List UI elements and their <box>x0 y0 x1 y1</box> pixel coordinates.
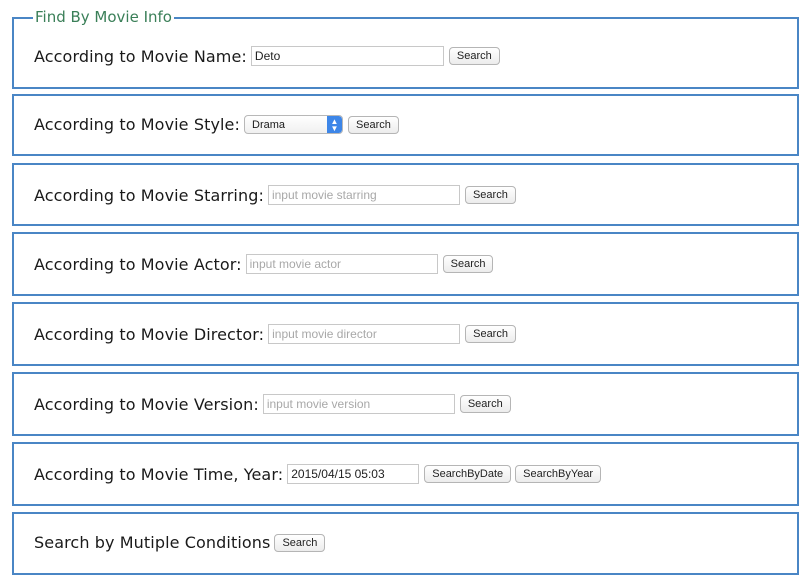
movie-director-row: According to Movie Director: Search <box>34 324 520 344</box>
movie-version-row: According to Movie Version: Search <box>34 394 515 414</box>
movie-actor-search-button[interactable]: Search <box>442 255 494 273</box>
movie-name-search-button[interactable]: Search <box>448 47 500 65</box>
movie-director-input[interactable] <box>268 324 461 344</box>
search-by-year-button[interactable]: SearchByYear <box>515 465 602 483</box>
movie-version-input[interactable] <box>262 394 455 414</box>
movie-version-label: According to Movie Version: <box>34 394 259 414</box>
movie-time-input[interactable] <box>287 464 420 484</box>
movie-name-input[interactable] <box>250 46 444 66</box>
multiple-conditions-row: Search by Mutiple Conditions Search <box>34 533 329 552</box>
movie-actor-row: According to Movie Actor: Search <box>34 254 497 274</box>
movie-actor-input[interactable] <box>245 254 438 274</box>
movie-style-select[interactable]: Drama ▲ ▼ <box>244 115 343 134</box>
movie-time-label: According to Movie Time, Year: <box>34 464 284 484</box>
movie-actor-label: According to Movie Actor: <box>34 254 242 274</box>
movie-style-row: According to Movie Style: Drama ▲ ▼ Searc… <box>34 115 403 134</box>
movie-name-row: According to Movie Name: Search <box>34 46 504 66</box>
chevron-up-down-icon: ▲ ▼ <box>327 116 342 133</box>
fieldset-legend: Find By Movie Info <box>33 7 174 27</box>
movie-style-label: According to Movie Style: <box>34 115 240 134</box>
movie-starring-label: According to Movie Starring: <box>34 185 264 205</box>
movie-starring-search-button[interactable]: Search <box>464 186 516 204</box>
multiple-conditions-search-button[interactable]: Search <box>274 533 326 552</box>
movie-style-selected-value: Drama <box>252 118 286 131</box>
movie-starring-row: According to Movie Starring: Search <box>34 185 520 205</box>
movie-director-label: According to Movie Director: <box>34 324 265 344</box>
movie-starring-input[interactable] <box>267 185 460 205</box>
movie-style-search-button[interactable]: Search <box>348 115 399 134</box>
movie-name-label: According to Movie Name: <box>34 46 247 66</box>
movie-time-row: According to Movie Time, Year: SearchByD… <box>34 464 605 484</box>
movie-version-search-button[interactable]: Search <box>459 395 511 413</box>
search-by-date-button[interactable]: SearchByDate <box>424 465 512 483</box>
movie-director-search-button[interactable]: Search <box>465 325 516 343</box>
multiple-conditions-label: Search by Mutiple Conditions <box>34 533 271 552</box>
